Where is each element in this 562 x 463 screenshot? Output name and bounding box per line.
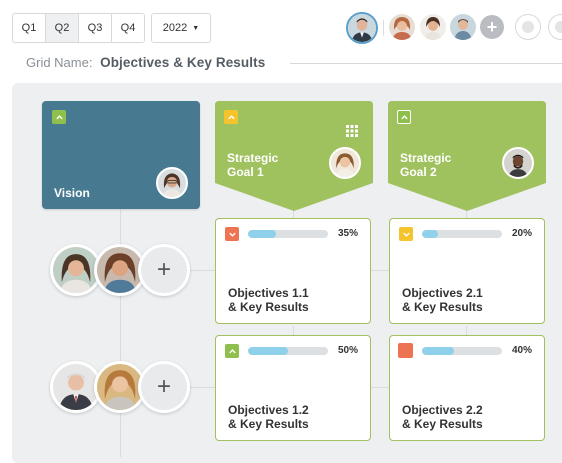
objective-card[interactable]: 20% Objectives 2.1 & Key Results (389, 218, 545, 324)
avatar[interactable] (502, 147, 534, 179)
strategic-goal-card[interactable]: Strategic Goal 2 (388, 101, 546, 211)
square-icon[interactable] (398, 343, 413, 358)
objective-title: Objectives 1.2 & Key Results (228, 403, 309, 431)
plus-icon: + (156, 373, 171, 400)
progress-bar (248, 230, 328, 238)
status-toggle[interactable] (225, 227, 239, 241)
grid-name-value: Objectives & Key Results (100, 55, 266, 70)
objective-title: Objectives 2.2 & Key Results (402, 403, 483, 431)
objective-card[interactable]: 40% Objectives 2.2 & Key Results (389, 335, 545, 441)
objective-card[interactable]: 35% Objectives 1.1 & Key Results (215, 218, 371, 324)
progress-bar (422, 347, 502, 355)
toggle-button[interactable] (548, 14, 562, 40)
objective-title-line2: & Key Results (402, 300, 483, 314)
progress-percent: 40% (511, 345, 532, 356)
objective-title-line1: Objectives 2.1 (402, 286, 483, 300)
goal-label-line2: Goal 2 (400, 165, 437, 179)
quarter-q3-button[interactable]: Q3 (79, 14, 112, 42)
quarter-q1-button[interactable]: Q1 (13, 14, 46, 42)
progress-percent: 20% (511, 228, 532, 239)
avatar[interactable] (389, 14, 415, 40)
vision-card[interactable]: Vision (42, 101, 200, 209)
avatar[interactable] (156, 167, 188, 199)
collapse-toggle[interactable] (224, 110, 238, 124)
toggle-button[interactable] (515, 14, 541, 40)
progress-fill (422, 347, 454, 355)
progress-bar (248, 347, 328, 355)
year-value: 2022 (162, 22, 188, 34)
status-toggle[interactable] (225, 344, 239, 358)
progress-fill (422, 230, 438, 238)
status-toggle[interactable] (399, 227, 413, 241)
quarter-q4-button[interactable]: Q4 (112, 14, 144, 42)
chevron-up-icon (400, 114, 408, 119)
separator (383, 20, 384, 36)
team-row: + (50, 361, 192, 415)
plus-icon: + (486, 17, 498, 37)
objective-title: Objectives 1.1 & Key Results (228, 286, 309, 314)
objective-title: Objectives 2.1 & Key Results (402, 286, 483, 314)
goal-label: Strategic Goal 1 (227, 151, 307, 179)
grid-name-label: Grid Name: (26, 55, 93, 70)
objective-title-line2: & Key Results (228, 300, 309, 314)
objective-card[interactable]: 50% Objectives 1.2 & Key Results (215, 335, 371, 441)
avatar[interactable] (420, 14, 446, 40)
avatar-current-user[interactable] (346, 12, 378, 44)
caret-down-icon: ▼ (192, 24, 200, 32)
progress-fill (248, 230, 276, 238)
goal-label: Strategic Goal 2 (400, 151, 480, 179)
chevron-down-icon (228, 232, 236, 237)
goal-label-line1: Strategic (400, 151, 452, 165)
chevron-up-icon (55, 114, 63, 119)
progress-bar (422, 230, 502, 238)
collapse-toggle[interactable] (397, 110, 411, 124)
add-team-member-button[interactable]: + (138, 244, 190, 296)
chevron-down-icon (402, 232, 410, 237)
progress-fill (248, 347, 288, 355)
avatar[interactable] (329, 147, 361, 179)
add-member-button[interactable]: + (480, 15, 504, 39)
divider (290, 63, 562, 64)
grid-name: Grid Name: Objectives & Key Results (26, 55, 265, 70)
objective-title-line2: & Key Results (228, 417, 309, 431)
avatar[interactable] (450, 14, 476, 40)
objective-title-line1: Objectives 1.1 (228, 286, 309, 300)
progress-percent: 50% (337, 345, 358, 356)
plus-icon: + (156, 256, 171, 283)
team-row: + (50, 244, 192, 298)
goal-label-line2: Goal 1 (227, 165, 264, 179)
add-team-member-button[interactable]: + (138, 361, 190, 413)
objective-title-line1: Objectives 1.2 (228, 403, 309, 417)
objective-title-line1: Objectives 2.2 (402, 403, 483, 417)
year-dropdown[interactable]: 2022 ▼ (151, 13, 211, 43)
progress-percent: 35% (337, 228, 358, 239)
objective-title-line2: & Key Results (402, 417, 483, 431)
collapse-toggle[interactable] (52, 110, 66, 124)
strategic-goal-card[interactable]: Strategic Goal 1 (215, 101, 373, 211)
quarter-q2-button[interactable]: Q2 (46, 14, 79, 42)
quarter-selector: Q1 Q2 Q3 Q4 (12, 13, 145, 43)
chevron-up-icon (227, 114, 235, 119)
goal-label-line1: Strategic (227, 151, 279, 165)
chevron-up-icon (228, 348, 236, 353)
vision-label: Vision (54, 186, 90, 200)
grid-view-icon[interactable] (346, 125, 358, 137)
